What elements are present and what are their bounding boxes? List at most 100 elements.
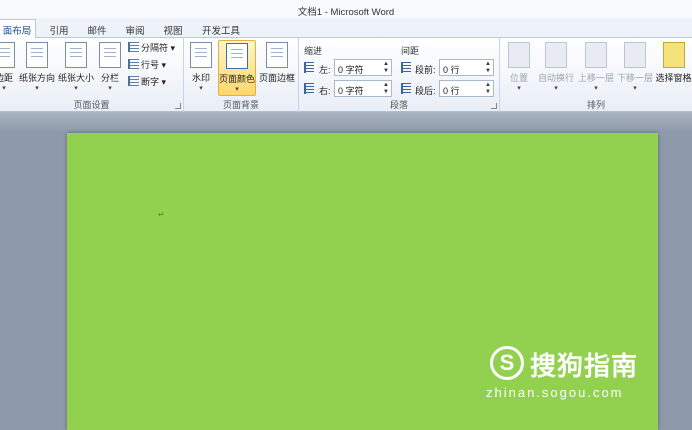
tab-page-layout[interactable]: 面布局 — [0, 19, 36, 39]
margins-button[interactable]: 边距 ▾ — [0, 40, 16, 96]
breaks-label: 分隔符 — [141, 43, 169, 53]
selection-pane-button[interactable]: 选择窗格 — [655, 40, 692, 96]
columns-button[interactable]: 分栏 ▾ — [98, 40, 122, 96]
chevron-down-icon: ▾ — [199, 85, 203, 92]
columns-label: 分栏 — [100, 73, 119, 83]
chevron-down-icon: ▾ — [35, 85, 39, 92]
chevron-down-icon: ▾ — [517, 85, 521, 92]
chevron-down-icon: ▾ — [554, 85, 558, 92]
size-button[interactable]: 纸张大小 ▾ — [57, 40, 95, 96]
page-borders-button[interactable]: 页面边框 — [258, 40, 296, 96]
position-button[interactable]: 位置 ▾ — [504, 40, 534, 96]
document-canvas: ↵ S 搜狗指南 zhinan.sogou.com — [0, 112, 692, 430]
breaks-button[interactable]: 分隔符 ▾ — [128, 41, 175, 56]
watermark-text: 搜狗指南 — [530, 351, 639, 381]
indent-left-value: 0 字符 — [338, 65, 364, 75]
tab-references[interactable]: 引用 — [44, 20, 74, 38]
spacing-after-icon — [401, 83, 411, 94]
orientation-label: 纸张方向 — [18, 73, 55, 83]
page-color-button[interactable]: 页面颜色 ▾ — [218, 40, 256, 96]
spacing-before-label: 段前: — [415, 65, 436, 75]
indent-left-stepper[interactable]: 0 字符 ▲ ▼ — [334, 59, 392, 76]
spacing-before-value: 0 行 — [443, 65, 460, 75]
group-page-background: 水印 ▾ 页面颜色 ▾ 页面边框 页面背景 — [184, 38, 299, 112]
tab-review[interactable]: 审阅 — [120, 20, 150, 38]
group-page-setup: 边距 ▾ 纸张方向 ▾ 纸张大小 ▾ 分栏 ▾ 分隔符 ▾ 行号 ▾ 断字 ▾ … — [0, 38, 184, 112]
bring-forward-button[interactable]: 上移一层 ▾ — [577, 40, 615, 96]
group-label: 排列 — [586, 100, 605, 110]
hyphenation-icon — [128, 76, 139, 86]
spin-up-icon[interactable]: ▲ — [485, 82, 491, 88]
canvas-shade — [0, 112, 692, 132]
page-borders-label: 页面边框 — [258, 73, 295, 83]
paragraph-mark: ↵ — [158, 210, 165, 219]
spin-down-icon[interactable]: ▼ — [383, 89, 389, 95]
spin-down-icon[interactable]: ▼ — [485, 68, 491, 74]
chevron-down-icon: ▾ — [108, 85, 112, 92]
spacing-before-stepper[interactable]: 0 行 ▲ ▼ — [439, 59, 494, 76]
watermark-label: 水印 — [191, 73, 210, 83]
paper-size-icon — [65, 42, 87, 68]
chevron-down-icon: ▾ — [2, 85, 6, 92]
position-label: 位置 — [509, 73, 528, 83]
page-borders-icon — [266, 42, 288, 68]
spin-down-icon[interactable]: ▼ — [383, 68, 389, 74]
dialog-launcher-icon[interactable] — [491, 103, 497, 109]
wrap-text-icon — [545, 42, 567, 68]
send-backward-button[interactable]: 下移一层 ▾ — [616, 40, 654, 96]
selection-pane-label: 选择窗格 — [655, 73, 692, 83]
line-numbers-label: 行号 — [141, 60, 160, 70]
send-backward-icon — [624, 42, 646, 68]
orientation-icon — [26, 42, 48, 68]
chevron-down-icon: ▾ — [74, 85, 78, 92]
spacing-after-stepper[interactable]: 0 行 ▲ ▼ — [439, 80, 494, 97]
group-label: 页面背景 — [222, 100, 259, 110]
margins-icon — [0, 42, 15, 68]
columns-icon — [99, 42, 121, 68]
group-arrange: 位置 ▾ 自动换行 ▾ 上移一层 ▾ 下移一层 ▾ 选择窗格 排列 — [500, 38, 692, 112]
tab-mailings[interactable]: 邮件 — [82, 20, 112, 38]
indent-right-icon — [304, 83, 314, 94]
hyphenation-label: 断字 — [141, 77, 160, 87]
indent-left-row: 左: 0 字符 ▲ ▼ — [304, 59, 394, 77]
chevron-down-icon: ▾ — [235, 86, 239, 93]
orientation-button[interactable]: 纸张方向 ▾ — [18, 40, 56, 96]
hyphenation-button[interactable]: 断字 ▾ — [128, 75, 166, 90]
window-title: 文档1 - Microsoft Word — [297, 7, 395, 18]
margins-label: 边距 — [0, 73, 13, 83]
selection-pane-icon — [662, 42, 685, 68]
watermark-icon — [190, 42, 212, 68]
group-label: 页面设置 — [73, 100, 110, 110]
spin-up-icon[interactable]: ▲ — [383, 61, 389, 67]
paint-bucket-icon — [226, 43, 248, 69]
spacing-before-icon — [401, 62, 411, 73]
tab-view[interactable]: 视图 — [158, 20, 188, 38]
group-label: 段落 — [389, 100, 408, 110]
indent-right-row: 右: 0 字符 ▲ ▼ — [304, 80, 394, 98]
position-icon — [508, 42, 530, 68]
chevron-down-icon: ▾ — [633, 85, 637, 92]
line-numbers-button[interactable]: 行号 ▾ — [128, 58, 166, 73]
line-numbers-icon — [128, 59, 139, 69]
tab-developer[interactable]: 开发工具 — [198, 20, 244, 38]
breaks-icon — [128, 42, 139, 52]
watermark-button[interactable]: 水印 ▾ — [188, 40, 214, 96]
indent-right-stepper[interactable]: 0 字符 ▲ ▼ — [334, 80, 392, 97]
watermark-url: zhinan.sogou.com — [486, 385, 624, 400]
spin-up-icon[interactable]: ▲ — [383, 82, 389, 88]
indent-left-label: 左: — [319, 65, 331, 75]
wrap-text-button[interactable]: 自动换行 ▾ — [536, 40, 576, 96]
indent-left-icon — [304, 62, 314, 73]
dialog-launcher-icon[interactable] — [175, 103, 181, 109]
spacing-after-value: 0 行 — [443, 86, 460, 96]
send-backward-label: 下移一层 — [616, 73, 653, 83]
title-bar: 文档1 - Microsoft Word — [0, 0, 692, 18]
sogou-watermark: S 搜狗指南 zhinan.sogou.com — [486, 340, 670, 400]
ribbon-tabs: 面布局 引用 邮件 审阅 视图 开发工具 — [0, 18, 692, 39]
wrap-text-label: 自动换行 — [537, 73, 574, 83]
indent-right-value: 0 字符 — [338, 86, 364, 96]
spin-down-icon[interactable]: ▼ — [485, 89, 491, 95]
ribbon: 边距 ▾ 纸张方向 ▾ 纸张大小 ▾ 分栏 ▾ 分隔符 ▾ 行号 ▾ 断字 ▾ … — [0, 38, 692, 112]
indent-right-label: 右: — [319, 86, 331, 96]
spin-up-icon[interactable]: ▲ — [485, 61, 491, 67]
